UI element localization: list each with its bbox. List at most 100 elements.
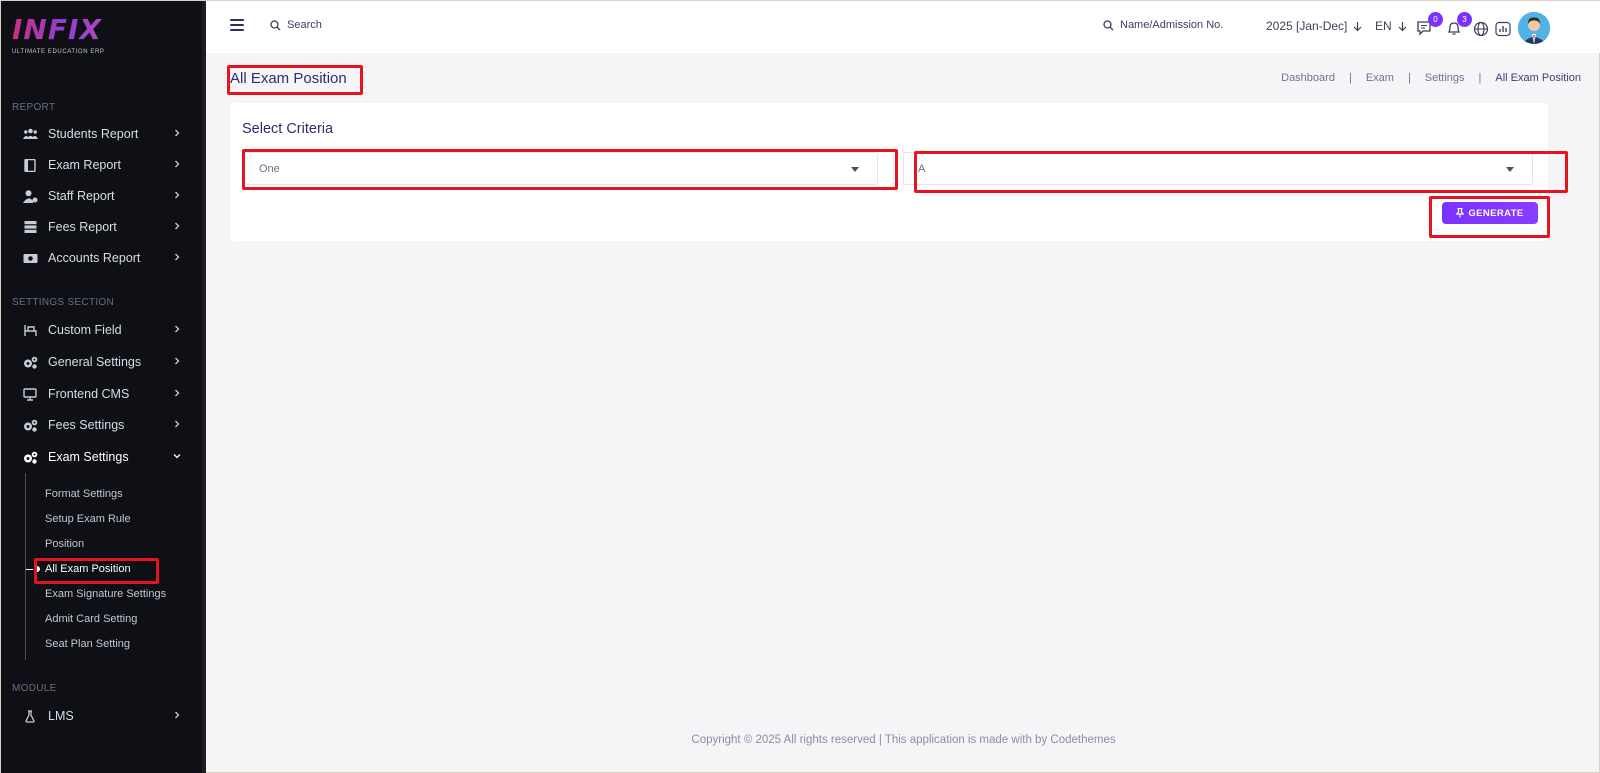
search-icon — [270, 19, 281, 30]
chevron-down-icon — [173, 454, 181, 459]
name-admission-search[interactable]: Name/Admission No. — [1103, 19, 1223, 31]
analytics-icon[interactable] — [1495, 19, 1513, 37]
money-icon — [22, 251, 38, 265]
messages-icon[interactable]: 0 — [1416, 12, 1443, 37]
chevron-right-icon — [175, 389, 180, 397]
sidebar-item-label: Exam Settings — [48, 450, 129, 464]
section-title-module: MODULE — [12, 683, 57, 694]
academic-year-select[interactable]: 2025 [Jan-Dec] — [1266, 19, 1362, 33]
sidebar-item-general-settings[interactable]: General Settings — [1, 348, 201, 376]
breadcrumb-current: All Exam Position — [1495, 72, 1581, 84]
page-title: All Exam Position — [230, 70, 347, 87]
sidebar-item-exam-settings[interactable]: Exam Settings — [1, 443, 201, 471]
cogs-icon — [22, 418, 38, 432]
chevron-right-icon — [175, 253, 180, 261]
sidebar-subitem-exam-signature-settings[interactable]: Exam Signature Settings — [45, 588, 166, 600]
sidebar-item-accounts-report[interactable]: Accounts Report — [1, 244, 201, 272]
chevron-right-icon — [175, 420, 180, 428]
sidebar: INFIX ULTIMATE EDUCATION ERP REPORT Stud… — [1, 1, 206, 773]
menu-toggle-icon[interactable] — [230, 19, 244, 31]
breadcrumb-separator: | — [1348, 72, 1352, 84]
section-select-value: A — [918, 162, 926, 175]
sidebar-item-frontend-cms[interactable]: Frontend CMS — [1, 380, 201, 408]
chevron-right-icon — [175, 129, 180, 137]
search-icon — [1103, 19, 1114, 30]
arrow-down-icon — [1398, 21, 1407, 31]
sidebar-item-custom-field[interactable]: Custom Field — [1, 316, 201, 344]
search-input[interactable]: Search — [270, 19, 322, 31]
arrow-down-icon — [1353, 21, 1362, 31]
sidebar-item-fees-settings[interactable]: Fees Settings — [1, 411, 201, 439]
sidebar-subitem-format-settings[interactable]: Format Settings — [45, 488, 123, 500]
sidebar-scrollbar[interactable] — [203, 468, 206, 773]
class-select[interactable]: One — [244, 152, 878, 185]
logo[interactable]: INFIX ULTIMATE EDUCATION ERP — [12, 15, 122, 56]
sidebar-item-label: Fees Report — [48, 220, 117, 234]
sidebar-subitem-position[interactable]: Position — [45, 538, 84, 550]
breadcrumb-exam[interactable]: Exam — [1366, 72, 1394, 84]
criteria-card: Select Criteria One A GENERATE — [230, 103, 1548, 241]
sidebar-item-label: Exam Report — [48, 158, 121, 172]
section-select[interactable]: A — [903, 152, 1533, 185]
messages-badge: 0 — [1428, 12, 1443, 27]
sidebar-subitem-seat-plan-setting[interactable]: Seat Plan Setting — [45, 638, 130, 650]
notifications-icon[interactable]: 3 — [1445, 12, 1472, 37]
flask-icon — [22, 709, 38, 723]
cogs-icon — [22, 450, 38, 464]
caret-down-icon — [851, 167, 859, 172]
topbar: Search Name/Admission No. 2025 [Jan-Dec]… — [206, 1, 1600, 53]
sidebar-item-label: Custom Field — [48, 323, 122, 337]
logo-text: INFIX — [12, 15, 122, 45]
caret-down-icon — [1506, 167, 1514, 172]
sidebar-item-students-report[interactable]: Students Report — [1, 120, 201, 148]
chair-icon — [22, 323, 38, 337]
chevron-right-icon — [175, 160, 180, 168]
sidebar-item-label: Students Report — [48, 127, 139, 141]
user-gear-icon — [22, 189, 38, 203]
logo-tagline: ULTIMATE EDUCATION ERP — [12, 49, 105, 55]
chevron-right-icon — [175, 325, 180, 333]
breadcrumb-separator: | — [1407, 72, 1411, 84]
sidebar-item-label: Staff Report — [48, 189, 115, 203]
generate-label: GENERATE — [1468, 207, 1524, 219]
globe-icon[interactable] — [1473, 19, 1491, 37]
chevron-right-icon — [175, 357, 180, 365]
search-placeholder: Search — [287, 19, 322, 31]
monitor-icon — [22, 387, 38, 401]
sidebar-item-label: Accounts Report — [48, 251, 141, 265]
submenu-line — [25, 473, 26, 660]
language-value: EN — [1375, 19, 1392, 33]
notifications-badge: 3 — [1457, 12, 1472, 27]
class-select-value: One — [259, 162, 280, 175]
section-title-settings: SETTINGS SECTION — [12, 297, 115, 308]
sidebar-item-lms[interactable]: LMS — [1, 702, 201, 730]
chevron-right-icon — [175, 191, 180, 199]
section-title-report: REPORT — [12, 102, 56, 113]
breadcrumb-separator: | — [1478, 72, 1482, 84]
sidebar-item-exam-report[interactable]: Exam Report — [1, 151, 201, 179]
active-dot — [34, 566, 40, 572]
sidebar-item-staff-report[interactable]: Staff Report — [1, 182, 201, 210]
breadcrumb-settings[interactable]: Settings — [1425, 72, 1465, 84]
chevron-right-icon — [175, 711, 180, 719]
footer-copyright: Copyright © 2025 All rights reserved | T… — [691, 734, 1116, 746]
pin-icon — [1456, 208, 1465, 218]
book-icon — [22, 158, 38, 172]
sidebar-item-label: LMS — [48, 709, 74, 723]
cogs-icon — [22, 355, 38, 369]
academic-year-value: 2025 [Jan-Dec] — [1266, 19, 1348, 33]
active-tick — [26, 569, 33, 570]
name-search-placeholder: Name/Admission No. — [1120, 19, 1224, 31]
generate-button[interactable]: GENERATE — [1442, 202, 1538, 224]
language-select[interactable]: EN — [1375, 19, 1407, 33]
sidebar-subitem-setup-exam-rule[interactable]: Setup Exam Rule — [45, 513, 131, 525]
sidebar-item-label: Frontend CMS — [48, 387, 130, 401]
sidebar-item-fees-report[interactable]: Fees Report — [1, 213, 201, 241]
sidebar-subitem-admit-card-setting[interactable]: Admit Card Setting — [45, 613, 137, 625]
sidebar-subitem-all-exam-position[interactable]: All Exam Position — [45, 563, 131, 575]
breadcrumb: Dashboard | Exam | Settings | All Exam P… — [1281, 72, 1581, 84]
chevron-right-icon — [175, 222, 180, 230]
sidebar-item-label: Fees Settings — [48, 418, 125, 432]
avatar[interactable] — [1518, 12, 1550, 44]
breadcrumb-dashboard[interactable]: Dashboard — [1281, 72, 1335, 84]
